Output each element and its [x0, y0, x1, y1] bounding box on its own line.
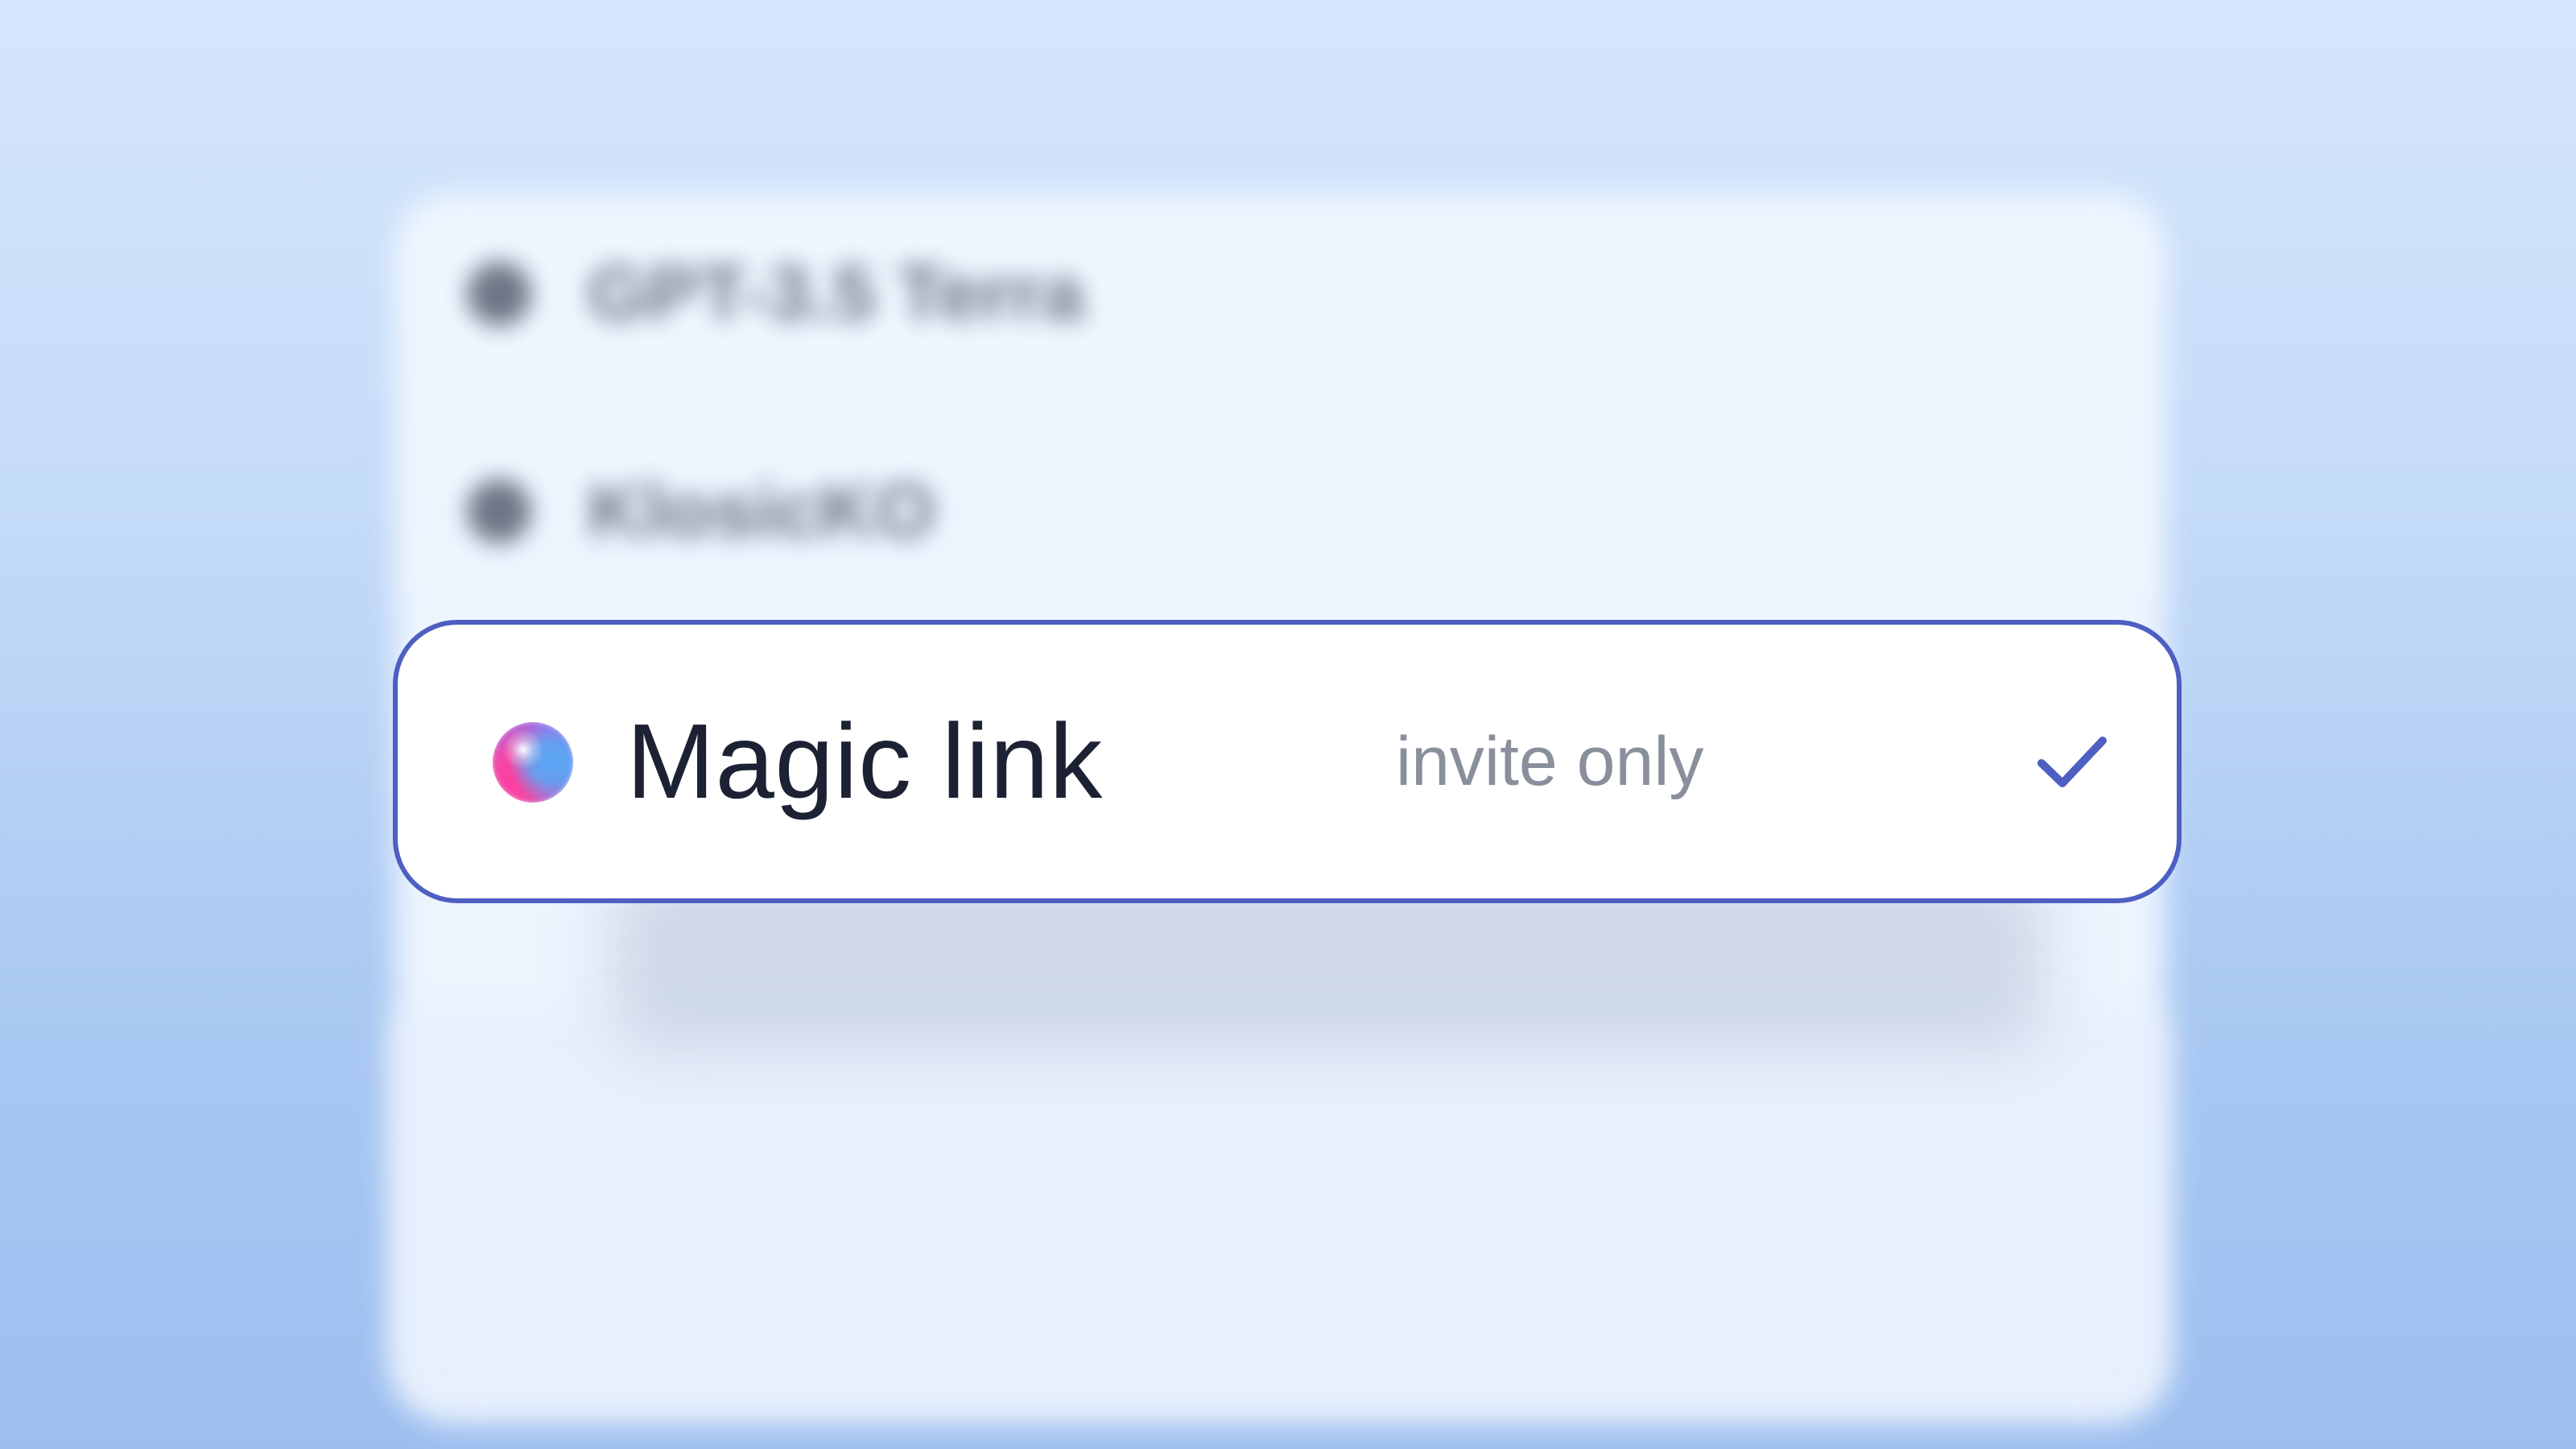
- gradient-orb-icon: [493, 722, 573, 803]
- blurred-option-label-1: GPT-3.5 Terra: [588, 250, 1085, 336]
- checkmark-icon: [2037, 737, 2107, 787]
- circle-icon: [467, 262, 531, 326]
- blurred-option-label-2: KlosicKO: [588, 468, 936, 554]
- circle-icon: [467, 479, 531, 543]
- magic-link-option[interactable]: Magic link invite only: [393, 620, 2182, 903]
- option-title: Magic link: [626, 702, 1103, 820]
- blurred-option-row-1: GPT-3.5 Terra: [467, 250, 1084, 338]
- option-subtitle: invite only: [1396, 723, 1704, 800]
- blurred-option-row-2: KlosicKO: [467, 467, 935, 555]
- options-panel-lower-area: [394, 1014, 2165, 1417]
